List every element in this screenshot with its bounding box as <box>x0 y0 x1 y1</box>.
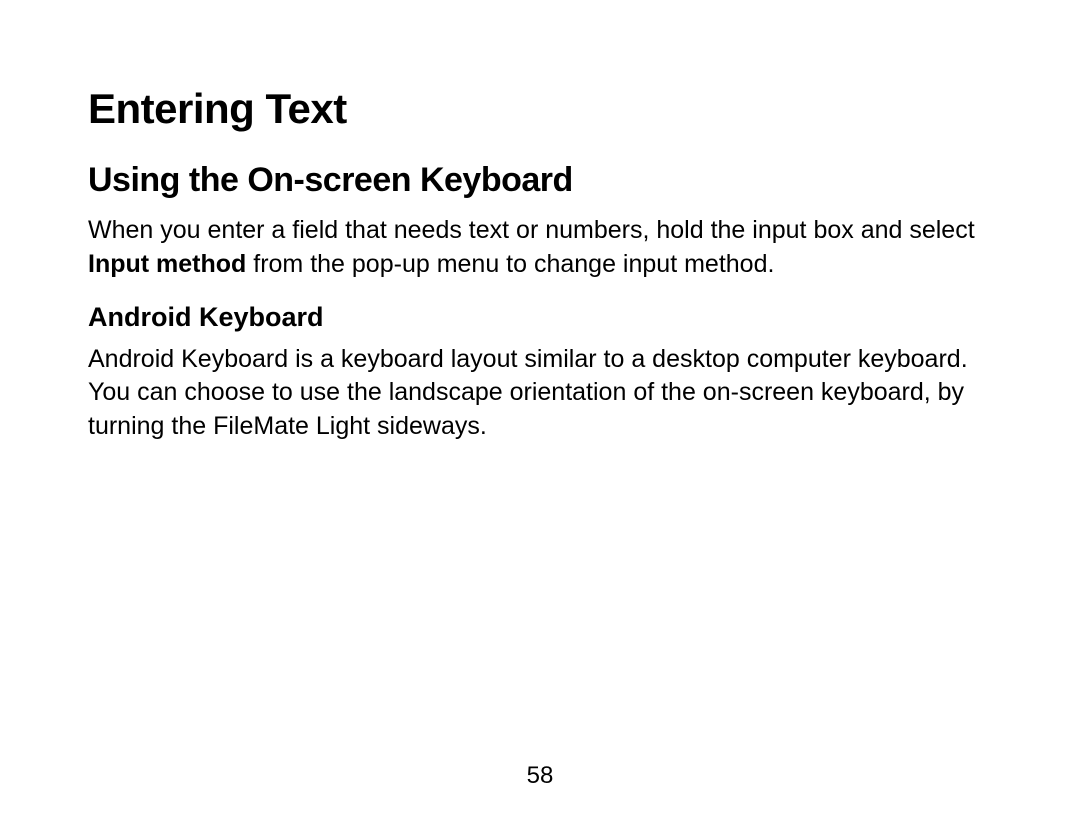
section1-para-pre: When you enter a field that needs text o… <box>88 216 975 244</box>
section-heading-android-keyboard: Android Keyboard <box>88 302 992 333</box>
section1-paragraph: When you enter a field that needs text o… <box>88 214 992 282</box>
page-title: Entering Text <box>88 85 992 133</box>
page-number: 58 <box>0 762 1080 790</box>
section-heading-onscreen-keyboard: Using the On-screen Keyboard <box>88 161 992 200</box>
section2-paragraph: Android Keyboard is a keyboard layout si… <box>88 343 992 444</box>
section1-para-post: from the pop-up menu to change input met… <box>246 250 774 278</box>
section1-para-bold: Input method <box>88 250 246 278</box>
